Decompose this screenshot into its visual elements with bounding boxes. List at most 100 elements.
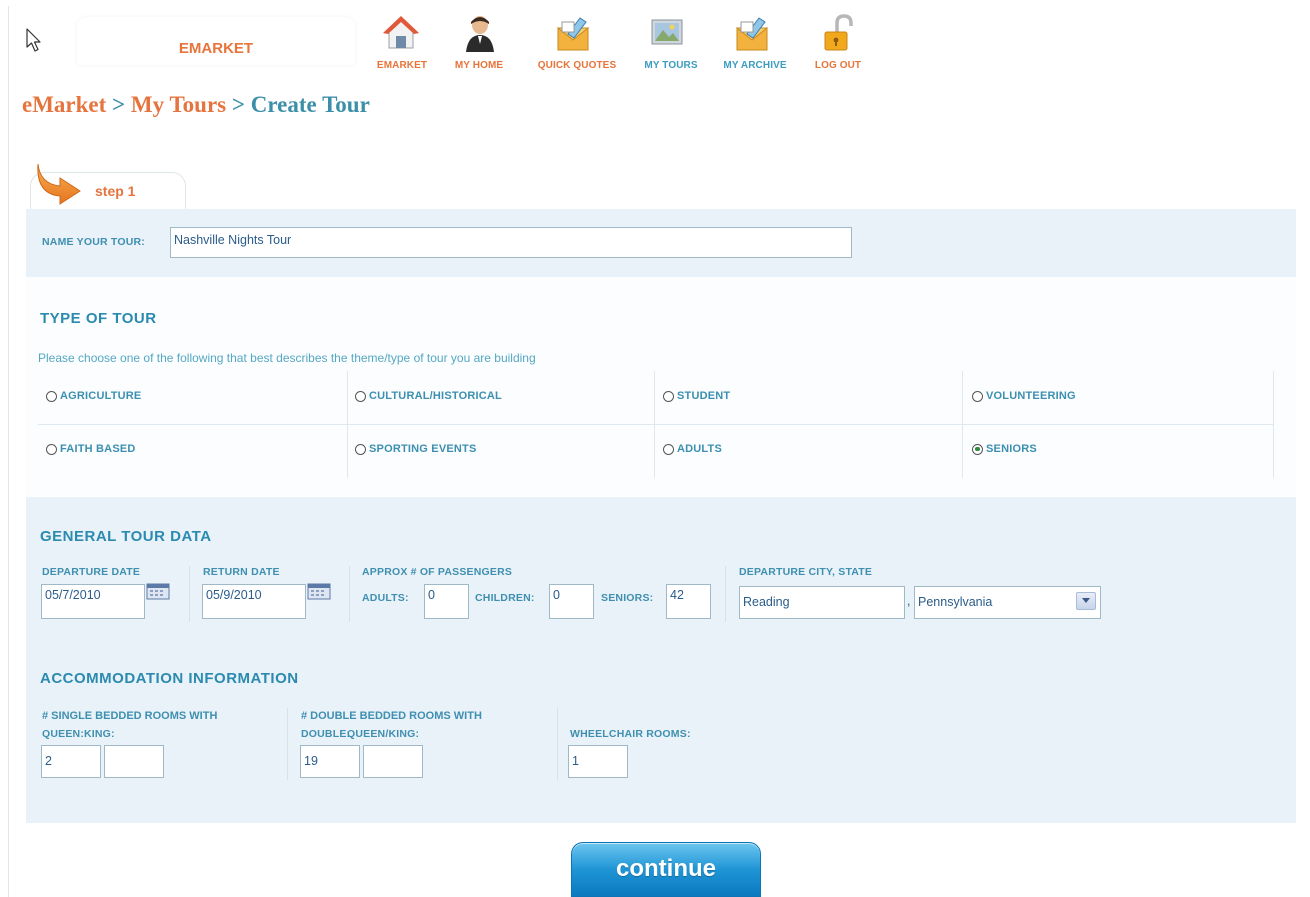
double-double-label: DOUBLE: (301, 728, 351, 740)
tour-type-label: VOLUNTEERING (986, 390, 1076, 402)
nav-my-tours-label[interactable]: MY TOURS (644, 60, 697, 71)
tour-type-label: SENIORS (986, 443, 1037, 455)
radio-button-selected[interactable] (972, 443, 983, 455)
grid-divider (962, 371, 963, 478)
tour-type-volunteering[interactable]: VOLUNTEERING (972, 390, 1076, 402)
column-divider (189, 566, 190, 622)
single-queen-label: QUEEN: (42, 728, 85, 740)
tour-type-label: STUDENT (677, 390, 731, 402)
nav-log-out[interactable] (821, 14, 855, 54)
children-input[interactable]: 0 (549, 584, 594, 619)
breadcrumb-my-tours[interactable]: My Tours (131, 92, 226, 117)
picture-icon (651, 19, 683, 45)
radio-button[interactable] (46, 390, 57, 402)
nav-emarket-label[interactable]: EMARKET (377, 60, 427, 71)
tour-type-cultural-historical[interactable]: CULTURAL/HISTORICAL (355, 390, 502, 402)
radio-button[interactable] (355, 443, 366, 455)
grid-divider (654, 371, 655, 478)
grid-divider (38, 424, 1274, 425)
tour-type-faith-based[interactable]: FAITH BASED (46, 443, 136, 455)
adults-label: ADULTS: (362, 592, 409, 604)
column-divider (557, 708, 558, 780)
type-of-tour-heading: TYPE OF TOUR (40, 310, 157, 327)
breadcrumb: eMarket > My Tours > Create Tour (22, 92, 370, 118)
children-label: CHILDREN: (475, 592, 535, 604)
arrow-icon (37, 163, 81, 205)
column-divider (349, 566, 350, 622)
seniors-label: SENIORS: (601, 592, 654, 604)
radio-button[interactable] (663, 390, 674, 402)
return-date-input[interactable]: 05/9/2010 (202, 584, 306, 619)
mouse-pointer-icon (26, 28, 41, 52)
nav-my-tours[interactable] (650, 14, 684, 54)
wheelchair-rooms-label: WHEELCHAIR ROOMS: (570, 728, 691, 740)
tour-type-grid: AGRICULTURE CULTURAL/HISTORICAL STUDENT … (38, 371, 1274, 478)
tour-type-sporting-events[interactable]: SPORTING EVENTS (355, 443, 477, 455)
departure-city-label: DEPARTURE CITY, STATE (739, 566, 873, 578)
radio-button[interactable] (46, 443, 57, 455)
nav-my-archive-label[interactable]: MY ARCHIVE (723, 60, 786, 71)
nav-my-archive[interactable] (735, 14, 771, 54)
calendar-icon[interactable] (146, 583, 170, 600)
column-divider (725, 566, 726, 622)
double-double-input[interactable]: 19 (300, 745, 360, 778)
tour-type-label: FAITH BASED (60, 443, 136, 455)
departure-date-label: DEPARTURE DATE (42, 566, 141, 578)
envelope-icon (556, 17, 590, 51)
radio-button[interactable] (972, 390, 983, 402)
tour-type-student[interactable]: STUDENT (663, 390, 730, 402)
tour-type-label: SPORTING EVENTS (369, 443, 477, 455)
chevron-down-icon[interactable] (1076, 592, 1096, 610)
double-queen-king-input[interactable] (363, 745, 423, 778)
state-select-value: Pennsylvania (918, 595, 993, 609)
nav-log-out-label[interactable]: LOG OUT (815, 60, 861, 71)
home-icon (383, 16, 419, 49)
radio-button[interactable] (663, 443, 674, 455)
tour-type-label: AGRICULTURE (60, 390, 142, 402)
passengers-label: APPROX # OF PASSENGERS (362, 566, 513, 578)
state-select[interactable]: Pennsylvania (914, 586, 1101, 619)
wheelchair-rooms-input[interactable]: 1 (568, 745, 628, 778)
adults-input[interactable]: 0 (424, 584, 469, 619)
breadcrumb-separator: > (112, 92, 126, 117)
tour-type-seniors[interactable]: SENIORS (972, 443, 1037, 455)
nav-my-home[interactable] (463, 14, 497, 54)
single-king-input[interactable] (104, 745, 164, 778)
double-queen-king-label: QUEEN/KING: (347, 728, 420, 740)
breadcrumb-create-tour: Create Tour (250, 92, 370, 117)
nav-quick-quotes-label[interactable]: QUICK QUOTES (538, 60, 616, 71)
single-queen-input[interactable]: 2 (41, 745, 101, 778)
seniors-input[interactable]: 42 (666, 584, 711, 619)
tour-name-input[interactable]: Nashville Nights Tour (170, 227, 852, 258)
tour-type-agriculture[interactable]: AGRICULTURE (46, 390, 141, 402)
return-date-label: RETURN DATE (203, 566, 280, 578)
calendar-icon[interactable] (307, 583, 331, 600)
grid-divider (1273, 371, 1274, 478)
radio-button[interactable] (355, 390, 366, 402)
city-state-comma: , (907, 594, 911, 608)
tour-name-label: NAME YOUR TOUR: (42, 236, 145, 248)
tour-type-adults[interactable]: ADULTS (663, 443, 722, 455)
grid-divider (347, 371, 348, 478)
envelope-icon (735, 17, 769, 51)
column-divider (287, 708, 288, 780)
continue-button[interactable]: continue (571, 842, 761, 897)
tour-type-label: ADULTS (677, 443, 722, 455)
breadcrumb-emarket[interactable]: eMarket (22, 92, 106, 117)
tour-type-label: CULTURAL/HISTORICAL (369, 390, 502, 402)
accommodation-heading: ACCOMMODATION INFORMATION (40, 670, 299, 687)
nav-my-home-label[interactable]: MY HOME (455, 60, 503, 71)
general-tour-data-heading: GENERAL TOUR DATA (40, 528, 212, 545)
nav-quick-quotes[interactable] (556, 14, 592, 54)
step-label: step 1 (95, 183, 136, 199)
emarket-tab-label: EMARKET (178, 40, 254, 57)
departure-date-input[interactable]: 05/7/2010 (41, 584, 145, 619)
single-king-label: KING: (84, 728, 115, 740)
departure-city-input[interactable]: Reading (739, 586, 905, 619)
emarket-tab[interactable]: EMARKET (77, 17, 355, 65)
nav-emarket[interactable] (383, 14, 419, 54)
double-rooms-label: # DOUBLE BEDDED ROOMS WITH (301, 710, 482, 722)
breadcrumb-separator: > (231, 92, 245, 117)
continue-button-label: continue (616, 855, 716, 882)
type-of-tour-description: Please choose one of the following that … (38, 351, 536, 365)
